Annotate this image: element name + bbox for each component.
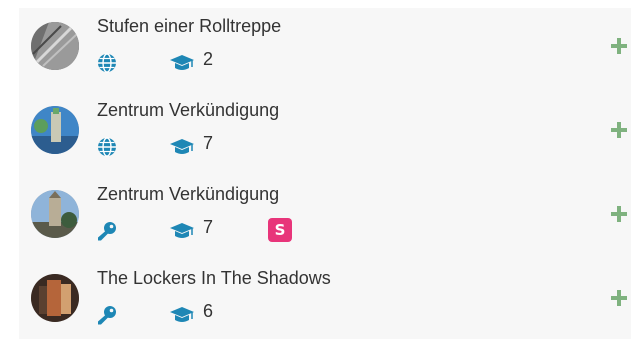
graduation-cap-icon xyxy=(169,52,194,74)
list-item[interactable]: Stufen einer Rolltreppe 2 xyxy=(19,8,631,92)
globe-icon xyxy=(96,136,118,158)
avatar xyxy=(31,106,79,154)
item-list: Stufen einer Rolltreppe 2 Zentrum Verkün… xyxy=(19,8,631,339)
item-title[interactable]: Zentrum Verkündigung xyxy=(97,184,279,205)
graduation-cap-icon xyxy=(169,220,194,242)
count: 7 xyxy=(203,133,214,153)
add-icon[interactable] xyxy=(608,35,630,57)
count: 6 xyxy=(203,301,214,321)
key-icon xyxy=(96,304,118,326)
key-icon xyxy=(96,220,118,242)
graduation-cap-icon xyxy=(169,304,194,326)
avatar xyxy=(31,22,79,70)
s-badge: S xyxy=(268,218,292,242)
avatar xyxy=(31,274,79,322)
list-item[interactable]: Zentrum Verkündigung 7 xyxy=(19,92,631,176)
graduation-cap-icon xyxy=(169,136,194,158)
count: 7 xyxy=(203,217,214,237)
list-item[interactable]: Zentrum Verkündigung 7 S xyxy=(19,176,631,260)
add-icon[interactable] xyxy=(608,287,630,309)
add-icon[interactable] xyxy=(608,203,630,225)
globe-icon xyxy=(96,52,118,74)
item-title[interactable]: The Lockers In The Shadows xyxy=(97,268,331,289)
item-title[interactable]: Zentrum Verkündigung xyxy=(97,100,279,121)
add-icon[interactable] xyxy=(608,119,630,141)
item-title[interactable]: Stufen einer Rolltreppe xyxy=(97,16,281,37)
avatar xyxy=(31,190,79,238)
count: 2 xyxy=(203,49,214,69)
list-item[interactable]: The Lockers In The Shadows 6 xyxy=(19,260,631,344)
